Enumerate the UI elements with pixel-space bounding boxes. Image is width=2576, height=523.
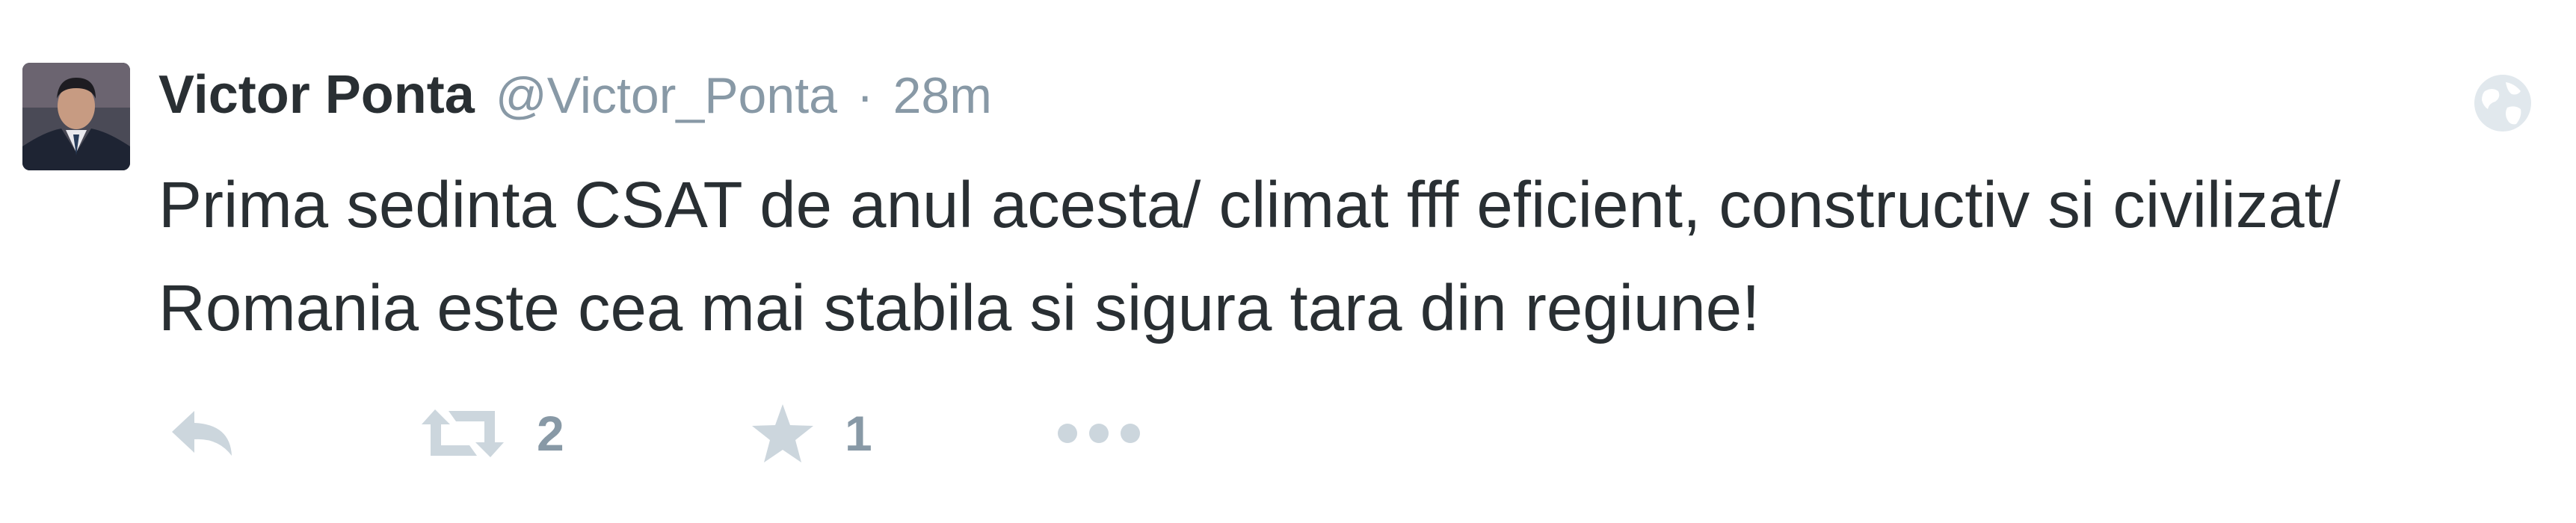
reply-icon <box>172 411 232 456</box>
favorite-button[interactable]: 1 <box>751 396 872 471</box>
more-button[interactable] <box>1056 396 1142 471</box>
tweet-text-line-1: Prima sedinta CSAT de anul acesta/ clima… <box>158 169 2341 241</box>
retweet-count[interactable]: 2 <box>537 405 564 462</box>
tweet-text-line-2: Romania este cea mai stabila si sigura t… <box>158 272 1760 344</box>
more-icon <box>1058 424 1140 443</box>
globe-icon <box>2471 72 2534 134</box>
tweet-header: Victor Ponta @Victor_Ponta · 28m <box>158 64 992 133</box>
author-name[interactable]: Victor Ponta <box>158 64 475 126</box>
star-icon <box>752 404 813 462</box>
timestamp[interactable]: 28m <box>893 66 992 125</box>
avatar-image <box>22 63 130 170</box>
separator-dot: · <box>856 67 874 124</box>
tweet: Victor Ponta @Victor_Ponta · 28m Prima s… <box>0 0 2576 523</box>
reply-button[interactable] <box>169 396 241 471</box>
avatar[interactable] <box>22 63 130 170</box>
retweet-button[interactable]: 2 <box>419 396 564 471</box>
author-username[interactable]: @Victor_Ponta <box>496 66 837 125</box>
retweet-icon <box>422 409 504 457</box>
tweet-text: Prima sedinta CSAT de anul acesta/ clima… <box>158 154 2551 360</box>
favorite-count[interactable]: 1 <box>845 405 872 462</box>
tweet-actions: 2 1 <box>158 396 1205 471</box>
